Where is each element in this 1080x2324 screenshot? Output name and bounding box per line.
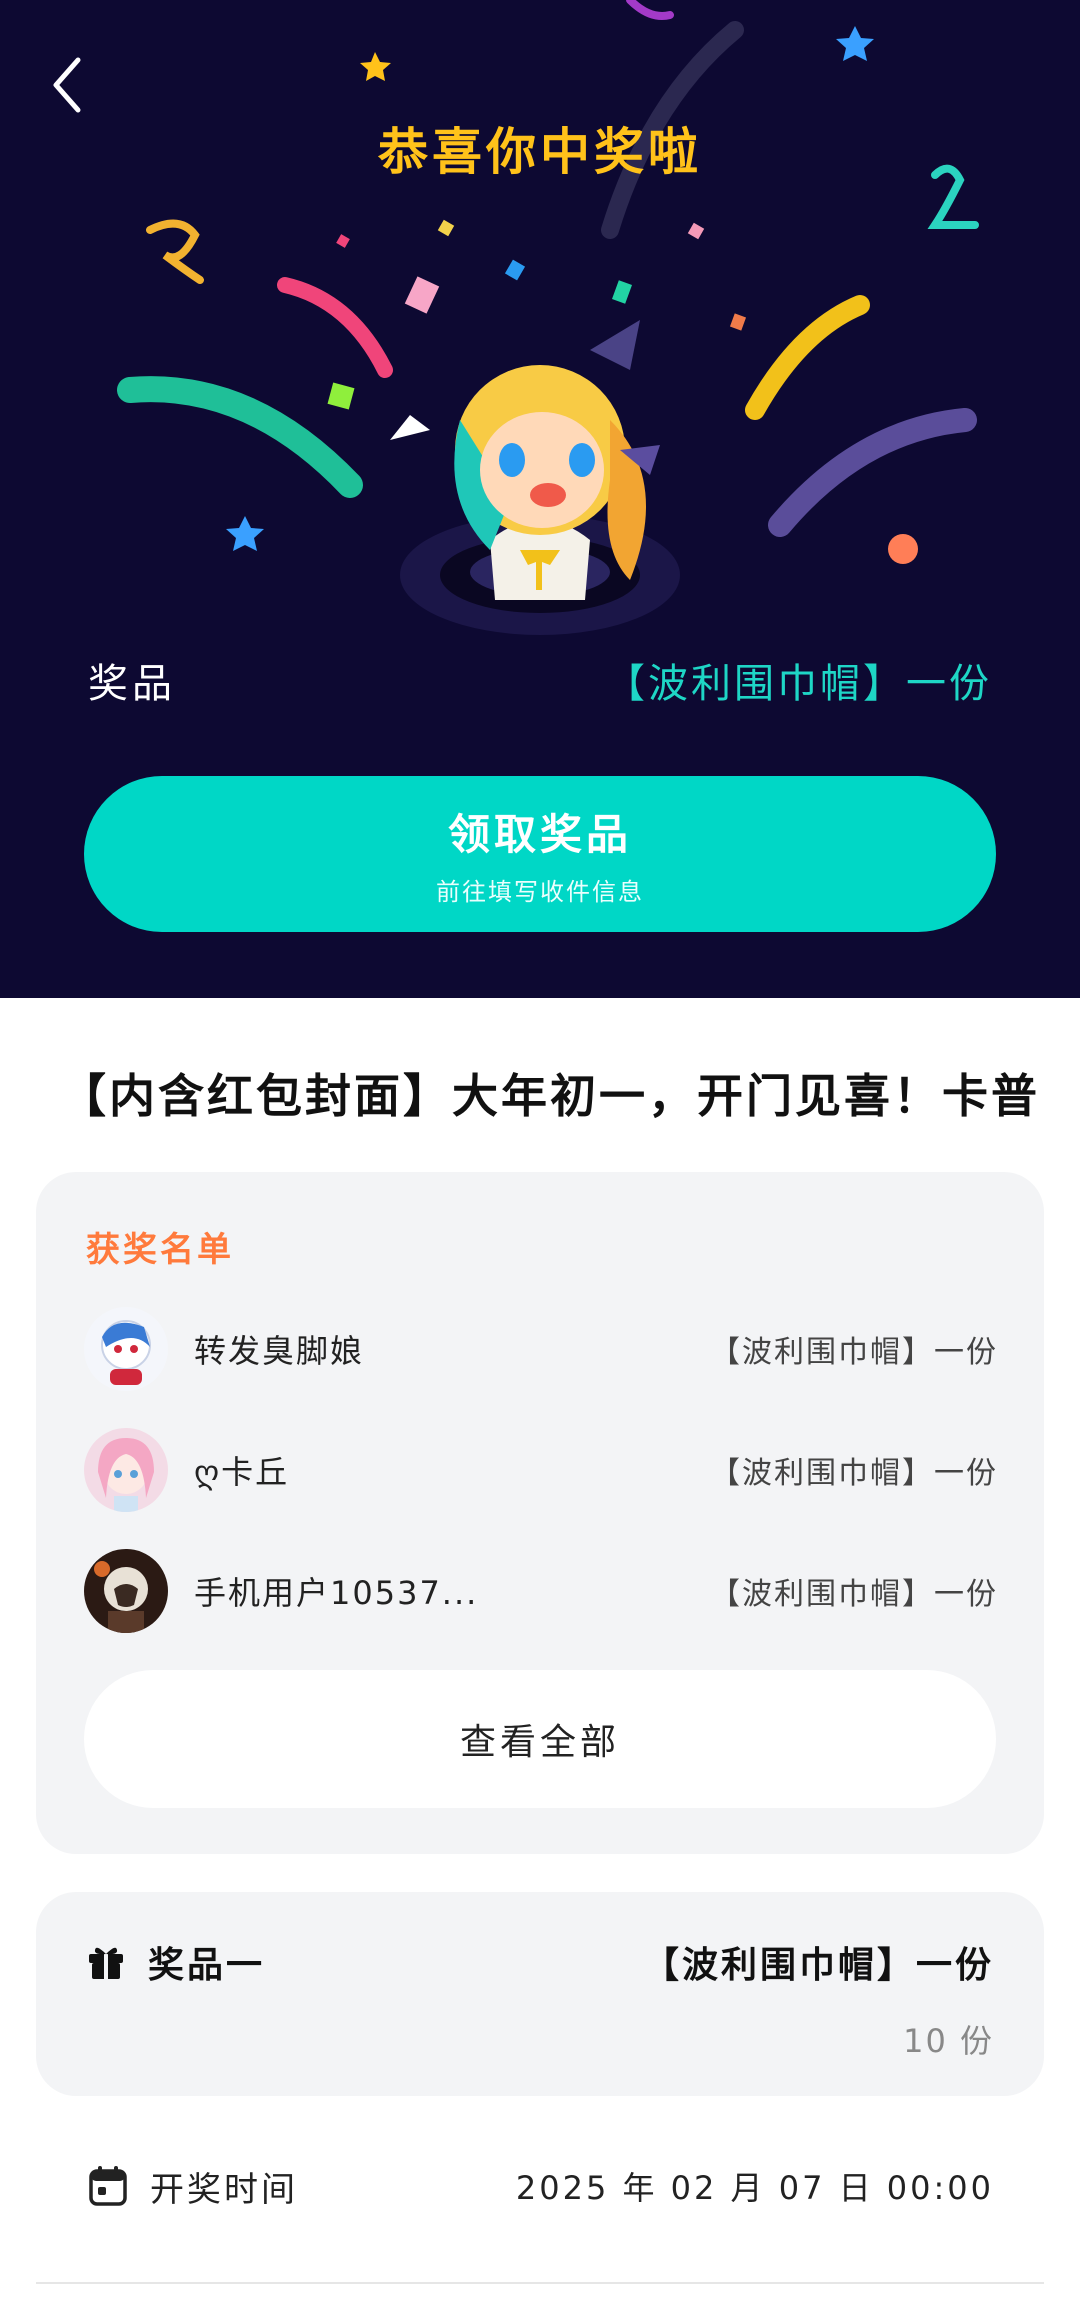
prize-info-row: 奖品 【波利围巾帽】一份 [88, 648, 992, 712]
list-item[interactable]: 转发臭脚娘 【波利围巾帽】一份 [84, 1304, 998, 1394]
divider [36, 2282, 1044, 2284]
view-all-button[interactable]: 查看全部 [84, 1670, 996, 1808]
claim-prize-button[interactable]: 领取奖品 前往填写收件信息 [84, 776, 996, 932]
avatar [84, 1428, 168, 1512]
list-item[interactable]: 手机用户10537... 【波利围巾帽】一份 [84, 1546, 998, 1636]
winner-name: 手机用户10537... [194, 1574, 479, 1612]
hero-banner: 恭喜你中奖啦 奖品 【波利围巾帽】一份 领取奖品 前往填写收件信息 [0, 0, 1080, 998]
winners-card: 获奖名单 转发臭脚娘 【波利围巾帽】一份 ღ卡丘 【波利围巾帽】一份 手机用户1… [36, 1172, 1044, 1854]
prize-detail-card: 奖品一 【波利围巾帽】一份 10 份 [36, 1892, 1044, 2096]
calendar-icon [89, 2166, 127, 2206]
draw-time-value: 2025 年 02 月 07 日 00:00 [515, 2169, 994, 2207]
prize-count: 10 份 [903, 2022, 994, 2060]
winners-title: 获奖名单 [86, 1230, 234, 1270]
gift-icon [89, 1947, 123, 1979]
chevron-left-icon [53, 57, 81, 113]
prize-detail-label: 奖品一 [148, 1945, 266, 1986]
prize-detail-value: 【波利围巾帽】一份 [642, 1945, 994, 1986]
congrats-title: 恭喜你中奖啦 [378, 123, 702, 181]
list-item[interactable]: ღ卡丘 【波利围巾帽】一份 [84, 1425, 998, 1515]
winner-prize: 【波利围巾帽】一份 [710, 1456, 998, 1491]
prize-value: 【波利围巾帽】一份 [605, 661, 992, 707]
prize-detail-row: 奖品一 【波利围巾帽】一份 [86, 1932, 994, 1992]
prize-label: 奖品 [88, 661, 176, 707]
draw-time-row: 开奖时间 2025 年 02 月 07 日 00:00 [88, 2156, 994, 2216]
winner-prize: 【波利围巾帽】一份 [710, 1577, 998, 1612]
winner-name: ღ卡丘 [194, 1453, 290, 1491]
back-button[interactable] [44, 52, 92, 118]
winner-name: 转发臭脚娘 [194, 1332, 365, 1370]
avatar [84, 1307, 168, 1391]
event-title: 【内含红包封面】大年初一，开门见喜！卡普 [60, 1069, 1040, 1123]
draw-time-label: 开奖时间 [150, 2169, 298, 2210]
claim-button-sublabel: 前往填写收件信息 [436, 878, 644, 906]
claim-button-label: 领取奖品 [447, 810, 632, 859]
mascot-illustration [390, 320, 680, 635]
winner-prize: 【波利围巾帽】一份 [710, 1335, 998, 1370]
avatar [84, 1549, 168, 1633]
